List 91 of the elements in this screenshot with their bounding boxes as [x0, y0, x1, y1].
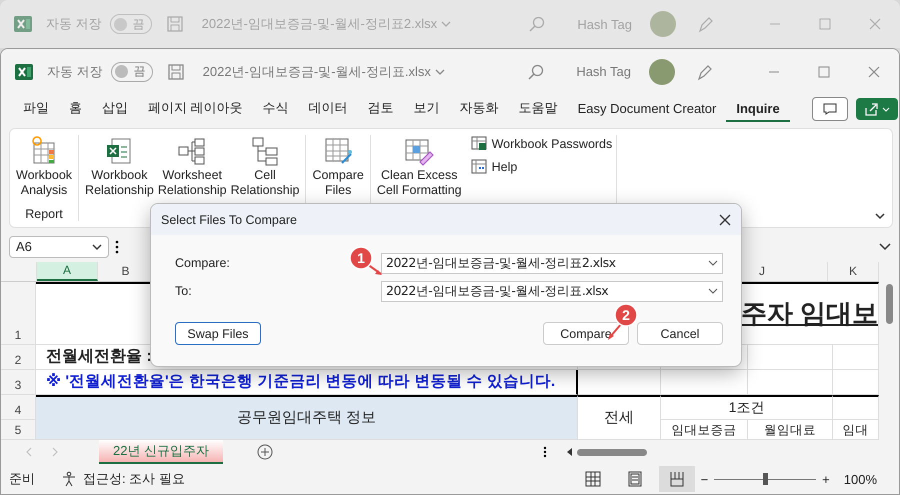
caret-icon	[92, 242, 102, 251]
autosave-label: 자동 저장	[46, 15, 102, 33]
zoom-out-button[interactable]: −	[700, 472, 708, 487]
ribbon-button[interactable]: Workbook Passwords	[470, 135, 612, 152]
search-icon[interactable]	[529, 16, 546, 32]
row-header[interactable]: 4	[1, 394, 36, 420]
name-box[interactable]: A6	[9, 236, 109, 258]
user-name: Hash Tag	[576, 64, 631, 80]
maximize-icon[interactable]	[818, 66, 830, 78]
ribbon-button[interactable]: Clean Excess Cell Formatting	[374, 135, 464, 198]
ribbon-tab[interactable]: 데이터	[298, 95, 358, 124]
zoom-level[interactable]: 100%	[844, 472, 877, 487]
layout-view-icon	[626, 471, 643, 488]
caret-icon	[708, 259, 718, 267]
caret-icon	[882, 105, 890, 114]
maximize-icon[interactable]	[819, 18, 831, 30]
file-dropdown[interactable]: 2022년-임대보증금-및-월세-정리표2.xlsx	[381, 252, 723, 274]
avatar[interactable]	[649, 58, 675, 85]
speech-bubble-icon	[822, 103, 837, 116]
row-header[interactable]: 1	[1, 282, 36, 345]
add-sheet-icon[interactable]	[257, 444, 274, 460]
spreadsheet-app-icon	[15, 62, 33, 81]
status-text: 준비	[9, 470, 35, 488]
row-header[interactable]: 3	[1, 370, 36, 395]
ribbon-tab[interactable]: 도움말	[508, 95, 568, 124]
ribbon-button[interactable]: Compare Files	[310, 135, 366, 198]
more-icon[interactable]	[543, 446, 548, 458]
field-label: To:	[175, 284, 192, 298]
autosave-toggle[interactable]: 끔	[110, 62, 153, 82]
share-icon	[864, 102, 878, 116]
ribbon-button[interactable]: Workbook Relationship	[83, 135, 156, 198]
ribbon-tab[interactable]: 페이지 레이아웃	[138, 95, 253, 124]
collapse-ribbon-icon[interactable]	[874, 211, 886, 222]
ribbon-tab[interactable]: 보기	[404, 95, 450, 124]
row-header[interactable]: 2	[1, 344, 36, 370]
spreadsheet-app-icon	[14, 15, 32, 33]
user-name: Hash Tag	[577, 16, 632, 32]
expand-formula-bar-icon[interactable]	[879, 242, 891, 251]
sheet-tab[interactable]: 22년 신규입주자	[99, 440, 224, 464]
view-button[interactable]	[658, 466, 695, 492]
swap-files-button[interactable]: Swap Files	[175, 322, 261, 345]
ribbon-button[interactable]: Workbook Analysis	[14, 135, 74, 198]
ribbon-button[interactable]: Worksheet Relationship	[156, 135, 229, 198]
ribbon-tab[interactable]: 삽입	[92, 95, 138, 124]
zoom-in-button[interactable]: +	[822, 472, 830, 487]
ribbon-tab[interactable]: 자동화	[450, 95, 509, 124]
pen-icon[interactable]	[698, 15, 714, 33]
scroll-left-icon[interactable]	[567, 448, 574, 456]
break-view-icon	[668, 471, 685, 488]
next-sheet-icon[interactable]	[51, 447, 59, 458]
avatar[interactable]	[650, 11, 676, 37]
previous-sheet-icon[interactable]	[25, 447, 33, 458]
comments-button[interactable]	[812, 97, 848, 122]
group-label: Report	[24, 207, 64, 222]
close-icon[interactable]	[719, 214, 731, 226]
caret-icon[interactable]	[434, 66, 445, 77]
accessibility-status[interactable]: 접근성: 조사 필요	[83, 470, 185, 488]
save-icon[interactable]	[166, 15, 184, 33]
zoom-slider-thumb[interactable]	[763, 473, 768, 486]
table-header-cell: 1조건	[661, 394, 833, 420]
caret-icon[interactable]	[441, 19, 452, 29]
share-button[interactable]	[856, 98, 898, 120]
accessibility-icon[interactable]	[61, 471, 77, 488]
pen-icon[interactable]	[697, 62, 713, 81]
save-icon[interactable]	[166, 62, 185, 81]
normal-view-icon	[584, 471, 601, 488]
scrollbar-thumb[interactable]	[577, 448, 648, 456]
dialog-button[interactable]: Cancel	[637, 322, 723, 345]
caret-icon	[708, 287, 718, 295]
ribbon-tab[interactable]: 홈	[59, 95, 92, 124]
ribbon-tab[interactable]: 파일	[13, 95, 59, 124]
autosave-label: 자동 저장	[47, 62, 103, 81]
scrollbar-thumb[interactable]	[886, 284, 892, 324]
table-header-cell: 공무원임대주택 정보	[36, 394, 578, 440]
ribbon-tab[interactable]: Inquire	[726, 96, 790, 122]
passwords-icon	[470, 135, 488, 152]
file-name[interactable]: 2022년-임대보증금-및-월세-정리표.xlsx	[202, 62, 431, 81]
dialog-title: Select Files To Compare	[161, 212, 297, 226]
more-icon[interactable]	[115, 240, 119, 254]
ribbon-tab[interactable]: Easy Document Creator	[568, 96, 726, 122]
dialog-button[interactable]: Compare	[543, 322, 629, 345]
ribbon-button[interactable]: Cell Relationship	[228, 135, 302, 198]
file-dropdown[interactable]: 2022년-임대보증금-및-월세-정리표.xlsx	[381, 280, 723, 302]
column-header[interactable]: A	[37, 262, 98, 281]
ribbon-tab[interactable]: 검토	[358, 95, 404, 124]
search-icon[interactable]	[528, 64, 544, 80]
help-icon	[470, 158, 488, 176]
ribbon-button[interactable]: Help	[470, 158, 612, 176]
row-header[interactable]: 5	[1, 420, 36, 440]
ribbon-tab[interactable]: 수식	[252, 95, 299, 124]
field-label: Compare:	[175, 256, 230, 270]
